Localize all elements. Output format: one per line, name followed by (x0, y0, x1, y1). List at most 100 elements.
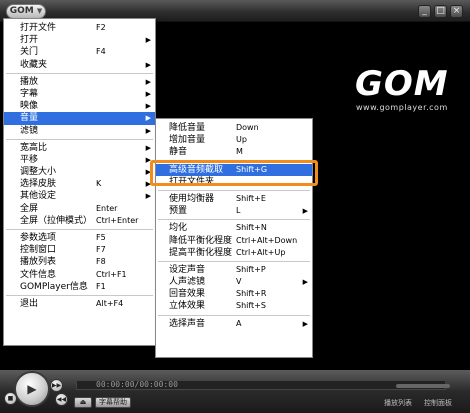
volume-submenu: 降低音量 Down 增加音量 Up 静音 M 高级音频截取 Shift+G 打开文件夹 使用均衡器… (155, 118, 313, 358)
menu-item-label: 预置 (169, 206, 188, 217)
main-menu-item[interactable]: 文件信息 Ctrl+F1 (4, 269, 155, 281)
main-menu-item[interactable]: 播放列表 F8 (4, 256, 155, 268)
menu-item-shortcut: F8 (96, 257, 106, 267)
menu-separator (158, 189, 310, 191)
submenu-arrow-icon: ▶ (145, 36, 151, 45)
submenu-arrow-icon: ▶ (302, 319, 308, 328)
menu-separator (158, 260, 310, 262)
main-menu-item[interactable]: 关门 F4 (4, 46, 155, 58)
stop-button[interactable]: ■ (4, 392, 17, 405)
volume-menu-item[interactable]: 人声滤镜 V ▶ (156, 276, 312, 288)
close-icon: × (452, 6, 461, 16)
menu-item-label: 静音 (169, 147, 188, 158)
menu-item-shortcut: Down (236, 123, 259, 132)
menu-item-label: 增加音量 (169, 135, 206, 146)
menu-item-label: 其他设定 (20, 191, 57, 202)
prev-button[interactable]: ◀◀ (55, 393, 68, 406)
menu-separator (6, 138, 153, 140)
main-menu-item[interactable]: 打开 ▶ (4, 34, 155, 46)
menu-item-label: 选择声音 (169, 318, 206, 329)
annotation-highlight-box (150, 160, 318, 186)
maximize-button[interactable]: □ (434, 5, 447, 18)
main-menu-item[interactable]: 其他设定 ▶ (4, 190, 155, 202)
menu-item-shortcut: Shift+N (236, 223, 267, 233)
menu-item-shortcut: F2 (96, 23, 106, 32)
next-button[interactable]: ▶▶ (50, 379, 63, 392)
menu-item-shortcut: F5 (96, 233, 106, 242)
main-menu-item[interactable]: 映像 ▶ (4, 100, 155, 112)
volume-menu-item[interactable]: 设定声音 Shift+P (156, 264, 312, 276)
playlist-button[interactable]: 播放列表 (384, 398, 412, 408)
volume-menu-item[interactable]: 增加音量 Up (156, 134, 312, 146)
time-display: 00:00:00/00:00:00 (96, 380, 178, 389)
eject-icon: ⏏ (79, 398, 87, 406)
main-menu-item[interactable]: 控制窗口 F7 (4, 244, 155, 256)
main-menu-item[interactable]: 平移 ▶ (4, 154, 155, 166)
main-menu-item[interactable]: 滤镜 ▶ (4, 125, 155, 137)
main-menu-item[interactable]: 字幕 ▶ (4, 88, 155, 100)
close-button[interactable]: × (450, 5, 463, 18)
gom-logo-text: GOM (9, 6, 34, 16)
volume-menu-item[interactable]: 静音 M (156, 146, 312, 158)
main-menu-item[interactable]: 全屏（拉伸模式） Ctrl+Enter (4, 215, 155, 227)
chevron-down-icon: ▼ (36, 7, 43, 15)
menu-item-shortcut: Ctrl+Alt+Up (236, 247, 286, 257)
menu-item-shortcut: Shift+P (236, 264, 266, 274)
menu-item-label: 收藏夹 (20, 59, 48, 70)
menu-item-shortcut: V (236, 277, 242, 287)
volume-menu-item[interactable]: 使用均衡器 Shift+E (156, 193, 312, 205)
menu-item-label: 降低音量 (169, 123, 206, 133)
menu-item-label: 关门 (20, 47, 39, 58)
main-menu-item[interactable]: 调整大小 ▶ (4, 166, 155, 178)
menu-item-shortcut: L (236, 206, 241, 216)
play-button[interactable]: ▶ (14, 371, 50, 407)
menu-item-label: 立体效果 (169, 301, 206, 312)
submenu-arrow-icon: ▶ (145, 89, 151, 98)
main-menu-item[interactable]: 收藏夹 ▶ (4, 59, 155, 71)
menu-separator (6, 72, 153, 74)
main-menu-item[interactable]: 退出 Alt+F4 (4, 298, 155, 310)
menu-item-label: 降低平衡化程度 (169, 235, 233, 246)
submenu-arrow-icon: ▶ (145, 126, 151, 135)
maximize-icon: □ (436, 6, 445, 16)
open-file-button[interactable]: ⏏ (74, 397, 92, 408)
main-menu-item[interactable]: 播放 ▶ (4, 76, 155, 88)
main-menu-item[interactable]: 打开文件 F2 (4, 22, 155, 34)
main-menu-item[interactable]: 参数选项 F5 (4, 232, 155, 244)
menu-item-label: 使用均衡器 (169, 193, 215, 204)
menu-item-label: 映像 (20, 101, 39, 112)
volume-menu-item[interactable]: 降低音量 Down (156, 122, 312, 134)
play-icon: ▶ (27, 382, 37, 396)
prev-icon: ◀◀ (56, 396, 67, 403)
minimize-button[interactable]: _ (418, 5, 431, 18)
volume-menu-item[interactable]: 选择声音 A ▶ (156, 318, 312, 330)
menu-item-label: 控制窗口 (20, 245, 57, 256)
context-menu: 打开文件 F2 打开 ▶ 关门 F4 收藏夹 ▶ 播放 ▶ 字幕 ▶ 映像 ▶ 音量 ▶ 滤镜 ▶ 宽高比 ▶ 平移 ▶ 调… (3, 18, 156, 346)
volume-menu-item[interactable]: 均化 Shift+N (156, 222, 312, 234)
main-menu-item[interactable]: 宽高比 ▶ (4, 142, 155, 154)
subtitle-help-button[interactable]: 字幕帮助 (95, 397, 131, 408)
menu-item-shortcut: F4 (96, 47, 106, 57)
menu-item-shortcut: Alt+F4 (96, 298, 124, 308)
menu-item-shortcut: K (96, 179, 102, 189)
volume-menu-item[interactable]: 回音效果 Shift+R (156, 288, 312, 300)
menu-item-shortcut: Shift+R (236, 289, 267, 299)
submenu-arrow-icon: ▶ (145, 192, 151, 201)
gom-menu-button[interactable]: GOM ▼ (6, 4, 46, 19)
volume-menu-item[interactable]: 降低平衡化程度 Ctrl+Alt+Down (156, 235, 312, 247)
menu-item-label: 字幕 (20, 88, 39, 99)
submenu-arrow-icon: ▶ (145, 102, 151, 111)
volume-menu-item[interactable]: 立体效果 Shift+S (156, 300, 312, 312)
volume-menu-item[interactable]: 预置 L ▶ (156, 205, 312, 217)
menu-item-shortcut: Up (236, 135, 247, 145)
menu-separator (6, 229, 153, 230)
volume-slider[interactable] (396, 384, 450, 388)
main-menu-item[interactable]: 选择皮肤 K ▶ (4, 178, 155, 190)
main-menu-item[interactable]: 全屏 Enter (4, 203, 155, 215)
menu-separator (6, 294, 153, 296)
control-panel-button[interactable]: 控制面板 (424, 398, 452, 408)
main-menu-item[interactable]: 音量 ▶ (4, 112, 155, 125)
main-menu-item[interactable]: GOMPlayer信息 F1 (4, 281, 155, 293)
menu-item-label: 音量 (20, 113, 39, 124)
volume-menu-item[interactable]: 提高平衡化程度 Ctrl+Alt+Up (156, 247, 312, 259)
